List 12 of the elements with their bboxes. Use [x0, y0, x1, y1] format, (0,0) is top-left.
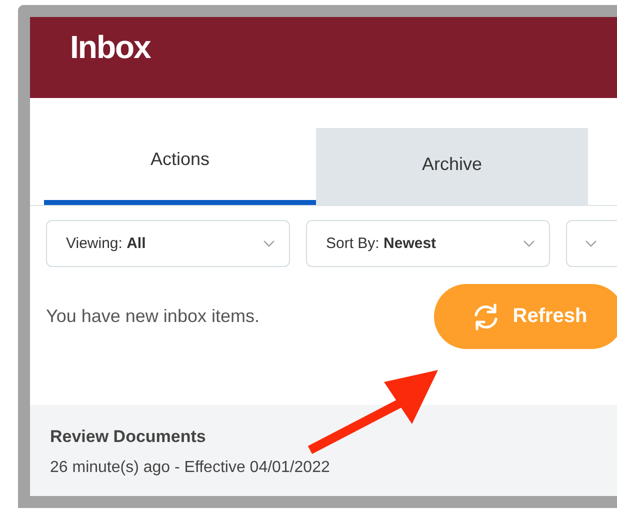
page-title: Inbox [70, 29, 150, 66]
filter-dropdown[interactable]: Viewing: All [46, 220, 290, 267]
more-dropdown[interactable] [566, 220, 617, 267]
chevron-icon [523, 240, 535, 248]
filter-dropdown[interactable]: Sort By: Newest [306, 220, 550, 267]
notice-text: You have new inbox items. [46, 306, 260, 327]
tab[interactable]: Archive [316, 128, 588, 205]
inbox-item[interactable]: Review Documents 26 minute(s) ago - Effective 04/01/2022 [30, 405, 617, 496]
chevron-icon [585, 240, 597, 248]
item-subtitle: 26 minute(s) ago - Effective 04/01/2022 [50, 459, 331, 477]
item-title: Review Documents [50, 427, 207, 447]
chevron-icon [263, 240, 275, 248]
